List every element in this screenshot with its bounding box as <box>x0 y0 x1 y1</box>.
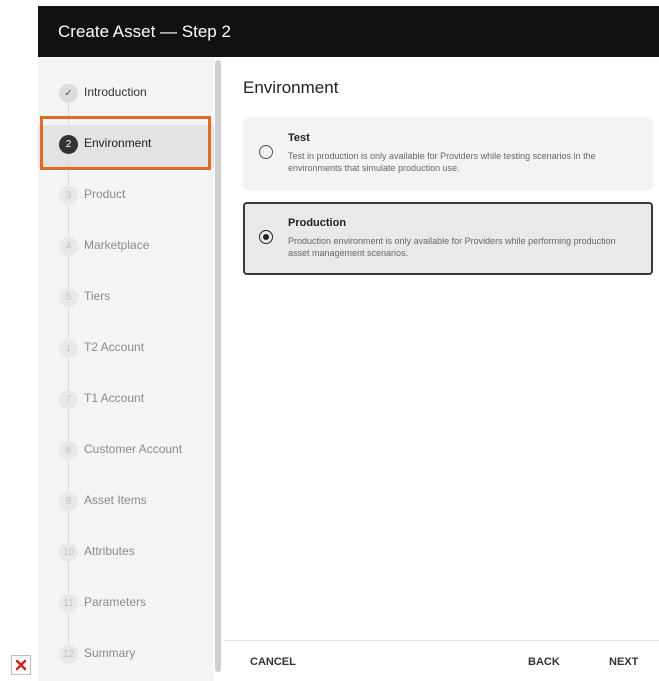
step-tiers[interactable]: 5 Tiers <box>38 278 214 340</box>
step-number: 4 <box>59 237 78 256</box>
step-label: Customer Account <box>84 442 183 456</box>
step-label: Summary <box>84 646 136 660</box>
option-title: Test <box>288 132 310 144</box>
option-description: Production environment is only available… <box>288 236 616 258</box>
environment-option-production[interactable]: Production Production environment is onl… <box>243 202 653 275</box>
step-label: T1 Account <box>84 391 145 405</box>
broken-image-icon <box>11 655 31 675</box>
radio-selected[interactable] <box>259 230 273 244</box>
step-label: Asset Items <box>84 493 147 507</box>
option-description: Test in production is only available for… <box>288 151 596 173</box>
step-label: Tiers <box>84 289 111 303</box>
step-product[interactable]: 3 Product <box>38 176 214 238</box>
step-attributes[interactable]: 10 Attributes <box>38 533 214 595</box>
step-summary[interactable]: 12 Summary <box>38 635 214 675</box>
radio-unselected[interactable] <box>259 145 273 159</box>
step-number: 11 <box>59 594 78 613</box>
arrow-down-icon: ↓ <box>59 339 78 358</box>
radio-dot <box>262 233 269 240</box>
dialog-title: Create Asset — Step 2 <box>58 22 231 41</box>
step-label: Parameters <box>84 595 147 609</box>
step-label: Attributes <box>84 544 135 558</box>
step-t1-account[interactable]: 7 T1 Account <box>38 380 214 442</box>
step-introduction[interactable]: ✓ Introduction <box>38 74 214 136</box>
next-button[interactable]: NEXT <box>609 656 638 668</box>
environment-option-test[interactable]: Test Test in production is only availabl… <box>243 117 653 190</box>
step-number: 7 <box>59 390 78 409</box>
step-number: 9 <box>59 492 78 511</box>
check-icon: ✓ <box>59 84 78 103</box>
step-customer-account[interactable]: 8 Customer Account <box>38 431 214 493</box>
step-number: 5 <box>59 288 78 307</box>
footer-divider <box>224 640 659 641</box>
step-number: 10 <box>59 543 78 562</box>
step-label: Product <box>84 187 126 201</box>
step-parameters[interactable]: 11 Parameters <box>38 584 214 646</box>
step-label: Marketplace <box>84 238 150 252</box>
back-button[interactable]: BACK <box>528 656 560 668</box>
step-number: 3 <box>59 186 78 205</box>
cancel-button[interactable]: CANCEL <box>250 656 296 668</box>
active-step-highlight <box>40 116 211 170</box>
step-number: 8 <box>59 441 78 460</box>
sidebar-scrollbar-thumb[interactable] <box>215 60 221 672</box>
option-title: Production <box>288 217 347 229</box>
step-number: 12 <box>59 645 78 664</box>
section-title: Environment <box>243 78 339 97</box>
dialog-header: Create Asset — Step 2 <box>38 6 659 57</box>
step-marketplace[interactable]: 4 Marketplace <box>38 227 214 289</box>
step-t2-account[interactable]: ↓ T2 Account <box>38 329 214 391</box>
step-label: T2 Account <box>84 340 145 354</box>
step-asset-items[interactable]: 9 Asset Items <box>38 482 214 544</box>
step-label: Introduction <box>84 85 147 99</box>
